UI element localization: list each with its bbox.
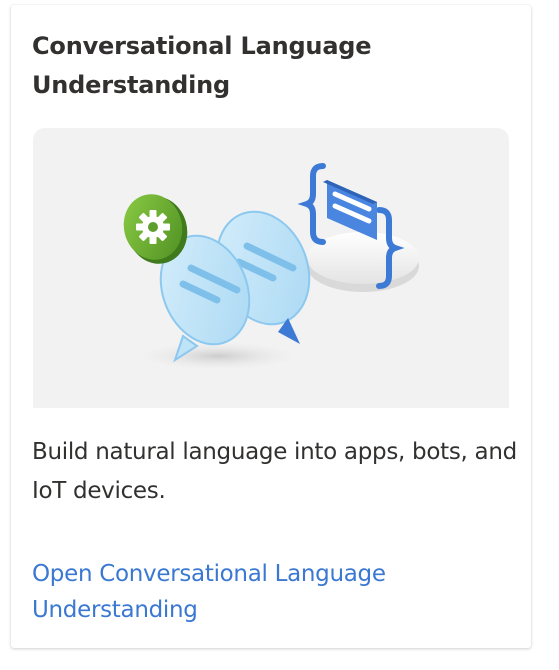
card-description: Build natural language into apps, bots, … [32,439,517,504]
card-illustration [33,128,509,408]
card-title: Conversational Language Understanding [32,32,372,99]
open-service-link[interactable]: Open Conversational Language Understandi… [32,556,502,628]
message-icon [323,180,377,240]
bubble-shadow [138,342,298,370]
service-card: Conversational Language Understanding Bu… [11,5,531,648]
